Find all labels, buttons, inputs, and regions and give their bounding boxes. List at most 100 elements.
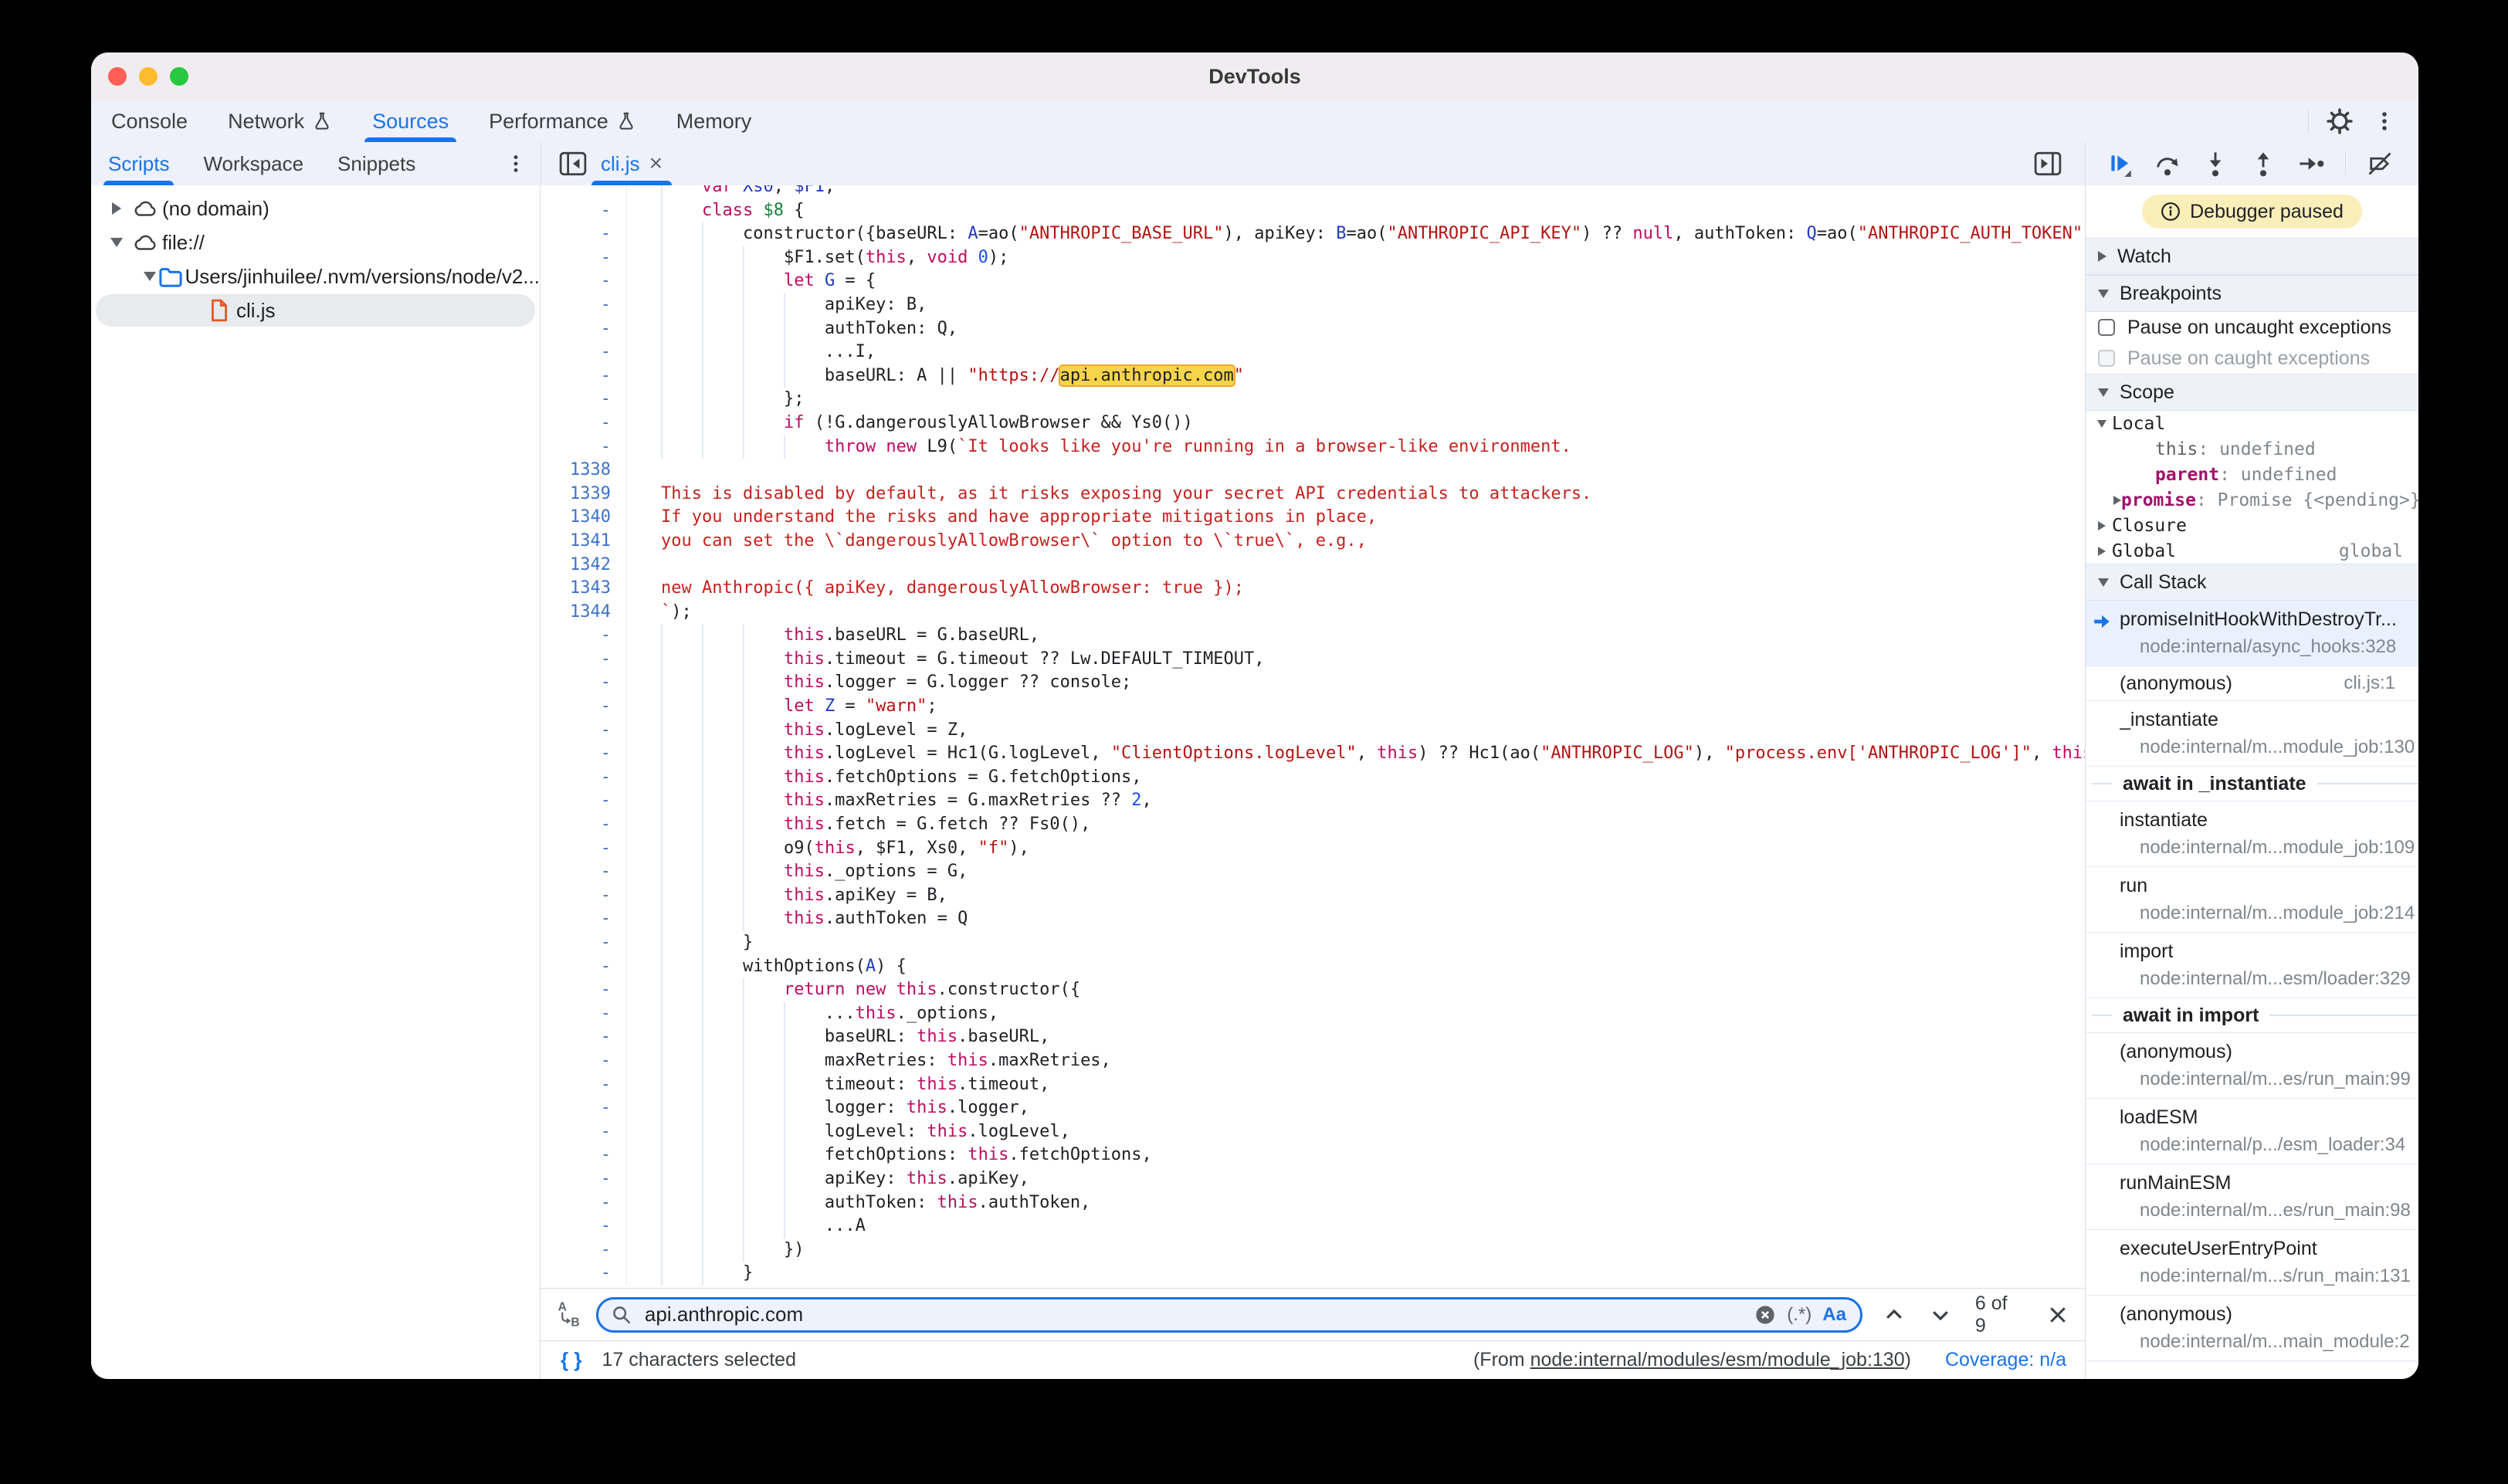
line-gutter[interactable]: 1338 — [541, 459, 627, 483]
main-tab-performance[interactable]: Performance — [469, 100, 656, 142]
code-line[interactable]: - } — [541, 1262, 2085, 1286]
line-gutter[interactable]: - — [541, 222, 627, 246]
close-search-icon[interactable] — [2046, 1303, 2069, 1326]
code-line[interactable]: 1342 — [541, 554, 2085, 578]
code-line[interactable]: - ...I, — [541, 341, 2085, 364]
code-line[interactable]: - ...this._options, — [541, 1002, 2085, 1026]
section-scope[interactable]: Scope — [2086, 374, 2418, 411]
search-input[interactable] — [643, 1302, 1744, 1327]
section-breakpoints[interactable]: Breakpoints — [2086, 275, 2418, 312]
code-line[interactable]: - this.fetch = G.fetch ?? Fs0(), — [541, 813, 2085, 837]
code-line[interactable]: - o9(this, $F1, Xs0, "f"), — [541, 837, 2085, 861]
line-gutter[interactable]: - — [541, 719, 627, 743]
line-gutter[interactable]: - — [541, 931, 627, 955]
expander-closed-icon[interactable] — [2092, 521, 2112, 530]
expander-closed-icon[interactable] — [2113, 496, 2121, 505]
tab-cli-js[interactable]: cli.js × — [587, 142, 676, 185]
expander-open-icon[interactable] — [2092, 420, 2112, 428]
scope-row-closure[interactable]: Closure — [2086, 513, 2418, 538]
line-gutter[interactable]: 1342 — [541, 554, 627, 578]
line-gutter[interactable]: - — [541, 1215, 627, 1238]
code-line[interactable]: - apiKey: B, — [541, 293, 2085, 317]
code-line[interactable]: - }) — [541, 1238, 2085, 1262]
code-line[interactable]: - authToken: this.authToken, — [541, 1191, 2085, 1215]
line-gutter[interactable]: 1343 — [541, 577, 627, 601]
code-line[interactable]: - ...A — [541, 1215, 2085, 1238]
line-gutter[interactable]: - — [541, 1049, 627, 1073]
code-line[interactable]: var Xs0, $F1; — [541, 185, 2085, 199]
line-gutter[interactable]: - — [541, 1143, 627, 1167]
line-gutter[interactable]: - — [541, 1096, 627, 1120]
source-origin-link[interactable]: node:internal/modules/esm/module_job:130 — [1530, 1349, 1905, 1370]
code-line[interactable]: - withOptions(A) { — [541, 955, 2085, 979]
code-line[interactable]: - baseURL: this.baseURL, — [541, 1025, 2085, 1049]
code-line[interactable]: - logger: this.logger, — [541, 1096, 2085, 1120]
checkbox[interactable] — [2098, 319, 2115, 336]
line-gutter[interactable]: - — [541, 1002, 627, 1026]
scope-row-global[interactable]: Globalglobal — [2086, 538, 2418, 564]
match-case-toggle[interactable]: Aa — [1822, 1304, 1846, 1326]
line-gutter[interactable]: 1341 — [541, 530, 627, 554]
line-gutter[interactable]: - — [541, 671, 627, 695]
expander-closed-icon[interactable] — [2092, 547, 2112, 556]
line-gutter[interactable]: - — [541, 317, 627, 341]
line-gutter[interactable]: 1344 — [541, 601, 627, 625]
line-gutter[interactable]: - — [541, 1191, 627, 1215]
code-line[interactable]: 1340If you understand the risks and have… — [541, 506, 2085, 530]
code-line[interactable]: - baseURL: A || "https://api.anthropic.c… — [541, 364, 2085, 388]
navigator-tab-scripts[interactable]: Scripts — [91, 142, 186, 185]
step-out-icon[interactable] — [2249, 150, 2277, 178]
code-line[interactable]: - class $8 { — [541, 199, 2085, 223]
code-line[interactable]: - $F1.set(this, void 0); — [541, 246, 2085, 270]
code-line[interactable]: 1341you can set the \`dangerouslyAllowBr… — [541, 530, 2085, 554]
call-stack-frame[interactable]: (anonymous)node:internal/m...es/run_main… — [2086, 1033, 2418, 1099]
line-gutter[interactable]: - — [541, 412, 627, 435]
line-gutter[interactable]: - — [541, 978, 627, 1002]
code-line[interactable]: - this.maxRetries = G.maxRetries ?? 2, — [541, 789, 2085, 813]
code-line[interactable]: 1344`); — [541, 601, 2085, 625]
expand-sidebar-icon[interactable] — [2034, 150, 2062, 178]
line-gutter[interactable]: - — [541, 624, 627, 648]
code-line[interactable]: - this.baseURL = G.baseURL, — [541, 624, 2085, 648]
code-line[interactable]: - this.logLevel = Z, — [541, 719, 2085, 743]
code-line[interactable]: - throw new L9(`It looks like you're run… — [541, 435, 2085, 459]
code-line[interactable]: - this.authToken = Q — [541, 907, 2085, 931]
previous-match-icon[interactable] — [1883, 1303, 1906, 1326]
regex-toggle[interactable]: (.*) — [1787, 1304, 1812, 1326]
call-stack-frame[interactable]: (anonymous)node:internal/m...main_module… — [2086, 1296, 2418, 1361]
code-line[interactable]: - fetchOptions: this.fetchOptions, — [541, 1143, 2085, 1167]
scope-row-this[interactable]: this: undefined — [2086, 436, 2418, 462]
code-line[interactable]: - let G = { — [541, 269, 2085, 293]
line-gutter[interactable]: - — [541, 246, 627, 270]
call-stack-frame[interactable]: importnode:internal/m...esm/loader:329 — [2086, 933, 2418, 998]
call-stack-frame[interactable]: promiseInitHookWithDestroyTr...node:inte… — [2086, 601, 2418, 666]
line-gutter[interactable]: - — [541, 388, 627, 412]
main-tab-sources[interactable]: Sources — [352, 100, 469, 142]
close-tab-icon[interactable]: × — [649, 152, 663, 175]
line-gutter[interactable]: - — [541, 813, 627, 837]
tree-item-users-jinhuilee-nvm-versions-node-v2-[interactable]: Users/jinhuilee/.nvm/versions/node/v2... — [91, 259, 540, 293]
call-stack-frame[interactable]: instantiatenode:internal/m...module_job:… — [2086, 801, 2418, 867]
code-line[interactable]: - maxRetries: this.maxRetries, — [541, 1049, 2085, 1073]
code-line[interactable]: - this._options = G, — [541, 860, 2085, 884]
line-gutter[interactable]: - — [541, 860, 627, 884]
navigator-tab-snippets[interactable]: Snippets — [320, 142, 432, 185]
code-line[interactable]: 1339This is disabled by default, as it r… — [541, 483, 2085, 507]
navigator-kebab-icon[interactable] — [502, 150, 530, 178]
collapse-navigator-icon[interactable] — [559, 150, 587, 178]
line-gutter[interactable]: 1339 — [541, 483, 627, 507]
line-gutter[interactable]: - — [541, 766, 627, 790]
step-into-icon[interactable] — [2201, 150, 2229, 178]
code-line[interactable]: - authToken: Q, — [541, 317, 2085, 341]
call-stack-frame[interactable]: loadESMnode:internal/p.../esm_loader:34 — [2086, 1099, 2418, 1164]
code-line[interactable]: - }; — [541, 388, 2085, 412]
tree-item-file-[interactable]: file:// — [91, 225, 540, 259]
call-stack-frame[interactable]: _instantiatenode:internal/m...module_job… — [2086, 701, 2418, 767]
line-gutter[interactable]: - — [541, 1025, 627, 1049]
code-line[interactable]: - } — [541, 931, 2085, 955]
code-line[interactable]: - if (!G.dangerouslyAllowBrowser && Ys0(… — [541, 412, 2085, 435]
line-gutter[interactable]: - — [541, 907, 627, 931]
line-gutter[interactable]: - — [541, 695, 627, 719]
line-gutter[interactable]: - — [541, 955, 627, 979]
tree-item--no-domain-[interactable]: (no domain) — [91, 191, 540, 225]
